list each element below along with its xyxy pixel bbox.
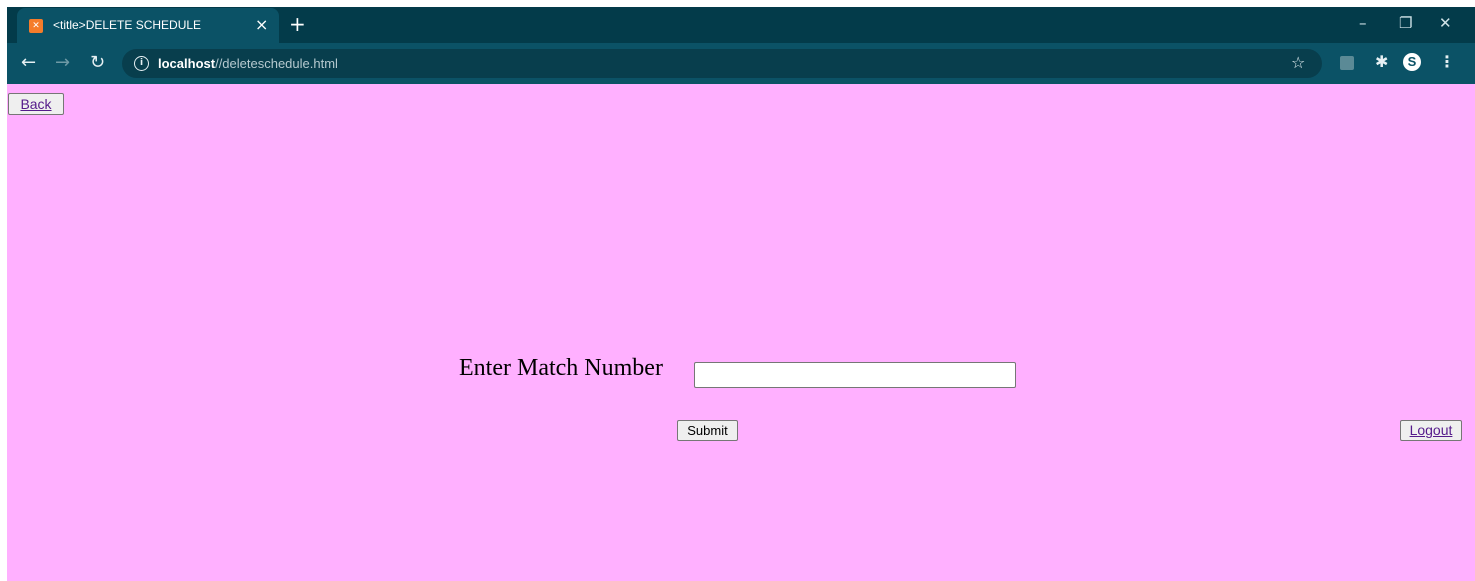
- url-host: localhost: [158, 56, 216, 71]
- window-frame: [0, 0, 7, 581]
- submit-button[interactable]: Submit: [677, 420, 738, 441]
- forward-arrow-icon[interactable]: →: [55, 52, 70, 73]
- page-content: Back Enter Match Number Submit Logout: [7, 84, 1475, 581]
- extension-icon[interactable]: [1340, 56, 1354, 70]
- browser-tab[interactable]: ✕ <title>DELETE SCHEDULE ×: [17, 8, 279, 43]
- menu-icon[interactable]: ⋮: [1439, 52, 1455, 71]
- puzzle-icon[interactable]: ✱: [1375, 52, 1388, 71]
- restore-icon[interactable]: ❐: [1399, 14, 1412, 32]
- browser-titlebar: ✕ <title>DELETE SCHEDULE × + – ❐ ✕: [7, 7, 1475, 43]
- address-bar[interactable]: i localhost//deleteschedule.html: [122, 49, 1322, 78]
- favicon-icon: ✕: [29, 19, 43, 33]
- logout-button[interactable]: Logout: [1400, 420, 1462, 441]
- reload-icon[interactable]: ↻: [90, 52, 105, 73]
- url-path: //deleteschedule.html: [215, 56, 338, 71]
- match-number-label: Enter Match Number: [459, 355, 663, 381]
- close-window-icon[interactable]: ✕: [1439, 14, 1452, 32]
- minimize-icon[interactable]: –: [1359, 14, 1367, 32]
- back-arrow-icon[interactable]: ←: [21, 52, 36, 73]
- back-button-label: Back: [20, 96, 52, 112]
- profile-icon[interactable]: S: [1403, 53, 1421, 71]
- url-text[interactable]: localhost//deleteschedule.html: [158, 56, 338, 71]
- tab-close-icon[interactable]: ×: [255, 15, 268, 34]
- back-button[interactable]: Back: [8, 93, 64, 115]
- tab-title: <title>DELETE SCHEDULE: [53, 18, 202, 32]
- new-tab-button[interactable]: +: [289, 12, 306, 36]
- bookmark-star-icon[interactable]: ☆: [1291, 53, 1305, 72]
- match-number-input[interactable]: [694, 362, 1016, 388]
- logout-button-label: Logout: [1409, 422, 1453, 438]
- info-icon[interactable]: i: [134, 56, 149, 71]
- browser-toolbar: ← → ↻ i localhost//deleteschedule.html ☆…: [7, 43, 1475, 84]
